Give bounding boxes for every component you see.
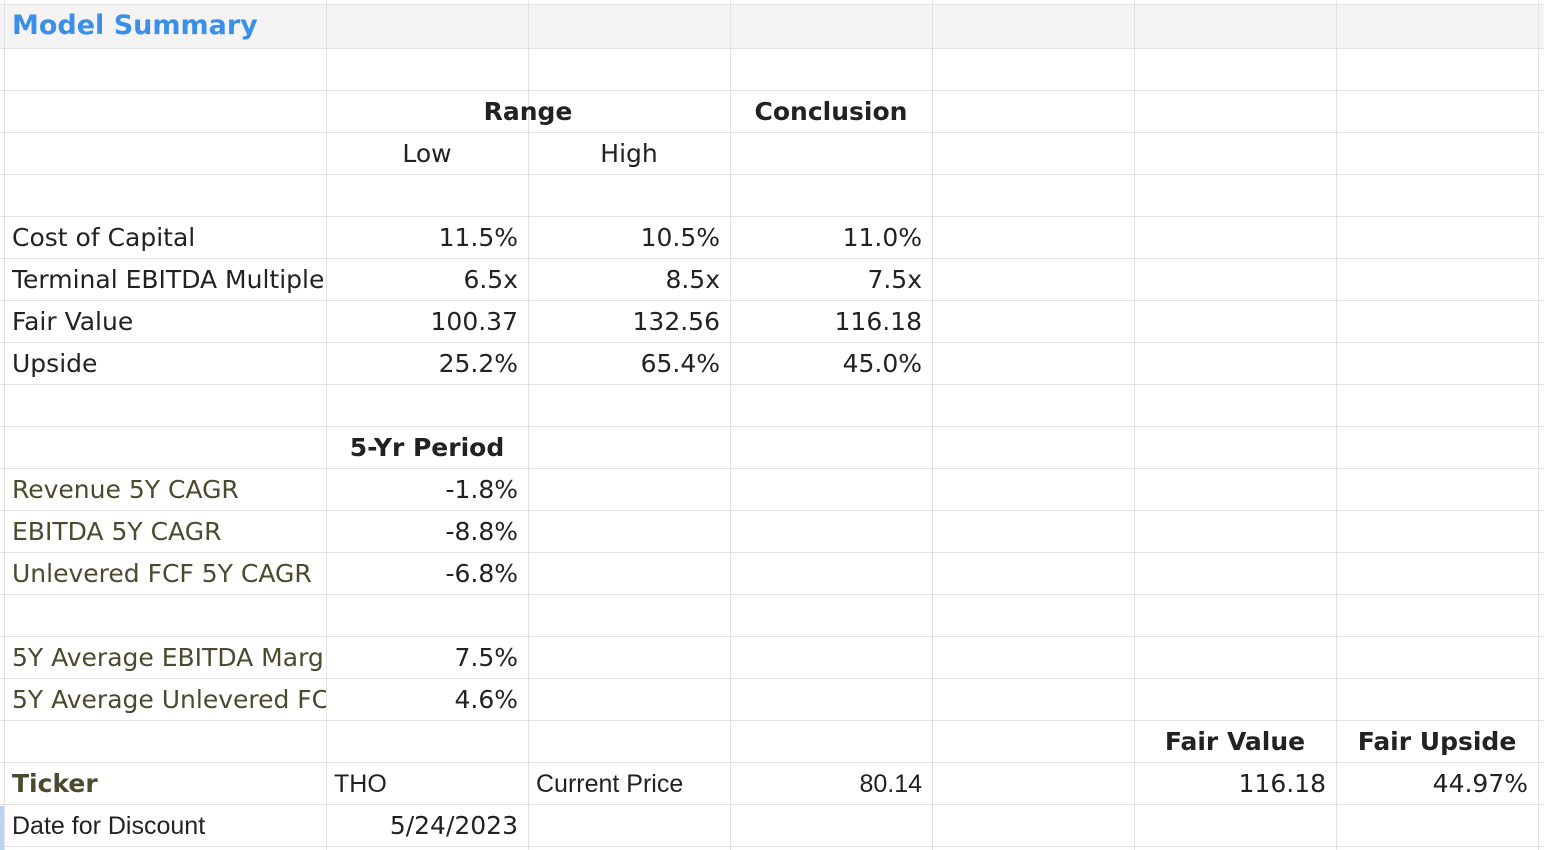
upside-conclusion[interactable]: 45.0% xyxy=(730,343,932,385)
gridline xyxy=(0,426,1544,427)
current-price-label[interactable]: Current Price xyxy=(528,763,730,805)
spreadsheet-grid: Model Summary Range Conclusion Low High … xyxy=(0,0,1544,850)
terminal-multiple-label[interactable]: Terminal EBITDA Multiple xyxy=(4,259,326,301)
ebitda-cagr-label[interactable]: EBITDA 5Y CAGR xyxy=(4,511,326,553)
cost-of-capital-low[interactable]: 11.5% xyxy=(326,217,528,259)
ticker-value[interactable]: THO xyxy=(326,763,528,805)
ebitda-margin-value[interactable]: 7.5% xyxy=(326,637,528,679)
terminal-multiple-conclusion[interactable]: 7.5x xyxy=(730,259,932,301)
conclusion-header[interactable]: Conclusion xyxy=(730,91,932,133)
low-header[interactable]: Low xyxy=(326,133,528,175)
gridline xyxy=(4,0,5,850)
fcf-cagr-value[interactable]: -6.8% xyxy=(326,553,528,595)
fcf-cagr-label[interactable]: Unlevered FCF 5Y CAGR xyxy=(4,553,326,595)
ebitda-cagr-value[interactable]: -8.8% xyxy=(326,511,528,553)
fair-value-low[interactable]: 100.37 xyxy=(326,301,528,343)
revenue-cagr-value[interactable]: -1.8% xyxy=(326,469,528,511)
cost-of-capital-conclusion[interactable]: 11.0% xyxy=(730,217,932,259)
upside-label[interactable]: Upside xyxy=(4,343,326,385)
ticker-label[interactable]: Ticker xyxy=(4,763,326,805)
gridline xyxy=(0,48,1544,49)
sheet-title[interactable]: Model Summary xyxy=(4,5,524,47)
upside-high[interactable]: 65.4% xyxy=(528,343,730,385)
cost-of-capital-high[interactable]: 10.5% xyxy=(528,217,730,259)
high-header[interactable]: High xyxy=(528,133,730,175)
discount-date-label[interactable]: Date for Discount xyxy=(4,805,326,847)
revenue-cagr-label[interactable]: Revenue 5Y CAGR xyxy=(4,469,326,511)
unlevered-fcf-value[interactable]: 4.6% xyxy=(326,679,528,721)
gridline xyxy=(0,174,1544,175)
terminal-multiple-high[interactable]: 8.5x xyxy=(528,259,730,301)
terminal-multiple-low[interactable]: 6.5x xyxy=(326,259,528,301)
discount-date-value[interactable]: 5/24/2023 xyxy=(326,805,528,847)
cost-of-capital-label[interactable]: Cost of Capital xyxy=(4,217,326,259)
ebitda-margin-label[interactable]: 5Y Average EBITDA Margin xyxy=(4,637,326,679)
fair-value-conclusion[interactable]: 116.18 xyxy=(730,301,932,343)
current-price-value[interactable]: 80.14 xyxy=(730,763,932,805)
fair-value-result-header[interactable]: Fair Value xyxy=(1134,721,1336,763)
gridline xyxy=(932,0,933,850)
fair-value-label[interactable]: Fair Value xyxy=(4,301,326,343)
range-header[interactable]: Range xyxy=(326,91,730,133)
upside-low[interactable]: 25.2% xyxy=(326,343,528,385)
unlevered-fcf-label[interactable]: 5Y Average Unlevered FCF xyxy=(4,679,326,721)
period-header[interactable]: 5-Yr Period xyxy=(326,427,528,469)
gridline xyxy=(1538,0,1539,850)
fair-upside-header[interactable]: Fair Upside xyxy=(1336,721,1538,763)
fair-value-high[interactable]: 132.56 xyxy=(528,301,730,343)
fair-value-result[interactable]: 116.18 xyxy=(1134,763,1336,805)
fair-upside-result[interactable]: 44.97% xyxy=(1336,763,1538,805)
